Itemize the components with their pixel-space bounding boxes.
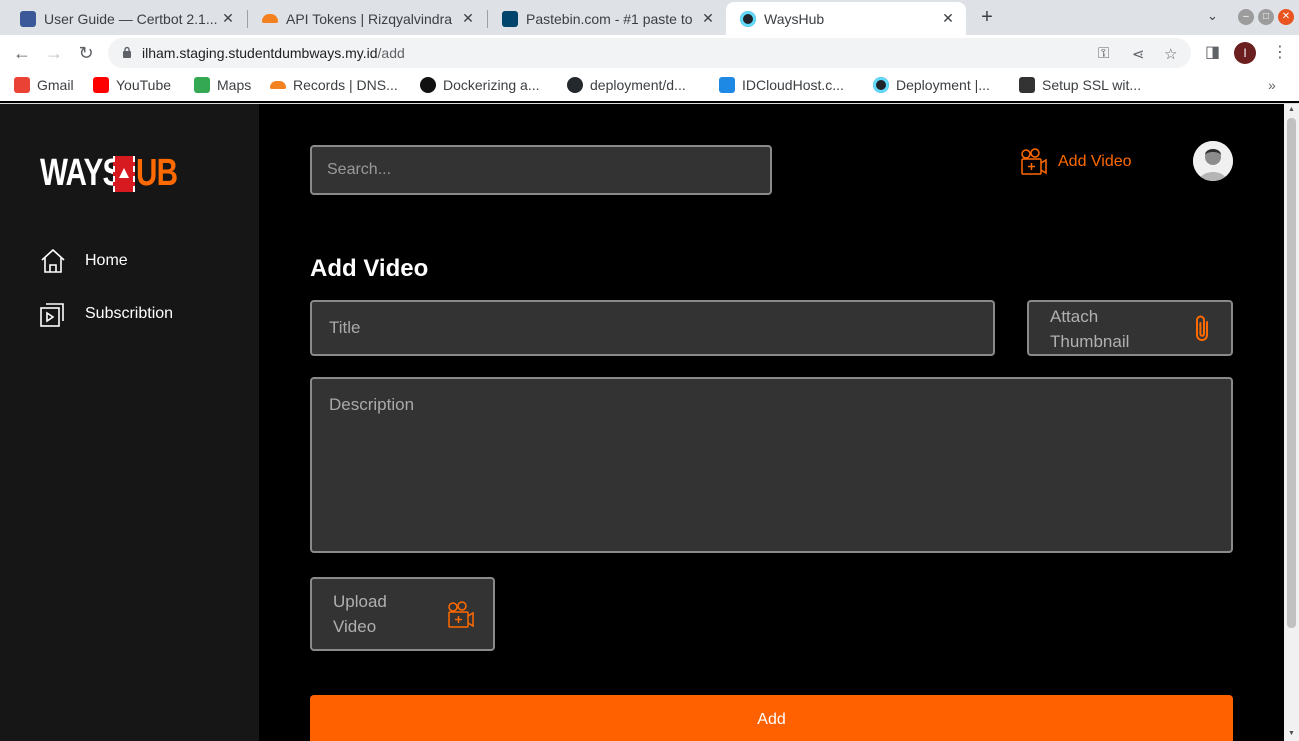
github-icon [567, 77, 583, 93]
idcloudhost-icon [719, 77, 735, 93]
wayshub-logo[interactable]: WAYS UB [40, 152, 178, 195]
search-input[interactable] [310, 145, 772, 195]
bookmark-label: Gmail [37, 77, 74, 93]
tab-certbot[interactable]: User Guide — Certbot 2.1... ✕ [6, 2, 246, 35]
scroll-up-icon[interactable]: ▲ [1287, 106, 1296, 113]
forward-button[interactable]: → [43, 42, 65, 64]
maps-icon [194, 77, 210, 93]
bookmark-label: IDCloudHost.c... [742, 77, 844, 93]
gmail-icon [14, 77, 30, 93]
menu-kebab-icon[interactable]: ⋮ [1272, 42, 1288, 62]
bookmark-label: Records | DNS... [293, 77, 398, 93]
bookmarks-overflow-button[interactable]: » [1268, 77, 1276, 93]
sidebar-item-label: Home [85, 252, 128, 269]
logo-text-ways: WAYS [40, 152, 122, 194]
page-scrollbar[interactable]: ▲ ▼ [1284, 104, 1299, 741]
cloudflare-icon [270, 81, 286, 89]
docker-icon [420, 77, 436, 93]
tab-title: Pastebin.com - #1 paste to [526, 10, 693, 27]
close-icon[interactable]: ✕ [940, 10, 956, 27]
tab-pastebin[interactable]: Pastebin.com - #1 paste to ✕ [488, 2, 726, 35]
youtube-icon [93, 77, 109, 93]
bookmark-gmail[interactable]: Gmail [14, 77, 74, 93]
bookmark-deployment-react[interactable]: Deployment |... [873, 77, 990, 93]
tab-wayshub[interactable]: WaysHub ✕ [726, 2, 966, 35]
sidebar-item-subscription[interactable]: Subscribtion [40, 301, 173, 327]
header-add-video-label: Add Video [1058, 153, 1132, 170]
url-text: ilham.staging.studentdumbways.my.id/add [142, 45, 405, 61]
maximize-button[interactable]: □ [1258, 9, 1274, 25]
address-bar[interactable]: ilham.staging.studentdumbways.my.id/add … [108, 38, 1191, 68]
video-camera-plus-icon [1021, 148, 1047, 175]
tab-api-tokens[interactable]: API Tokens | Rizqyalvindra ✕ [248, 2, 486, 35]
url-host: ilham.staging.studentdumbways.my.id [142, 45, 378, 61]
description-input[interactable] [310, 377, 1233, 553]
title-input[interactable] [310, 300, 995, 356]
bookmark-records-dns[interactable]: Records | DNS... [270, 77, 398, 93]
attach-thumbnail-label: Attach Thumbnail [1050, 307, 1130, 351]
certbot-favicon-icon [20, 10, 36, 27]
bookmark-label: Maps [217, 77, 252, 93]
add-submit-button[interactable]: Add [310, 695, 1233, 741]
logo-text-ub: UB [136, 152, 178, 194]
cloudflare-favicon-icon [262, 14, 278, 23]
bookmark-label: Dockerizing a... [443, 77, 540, 93]
scroll-down-icon[interactable]: ▼ [1287, 730, 1296, 737]
subscription-icon [40, 303, 64, 327]
home-icon [41, 248, 65, 273]
bookmark-star-icon[interactable]: ☆ [1164, 45, 1177, 63]
close-icon[interactable]: ✕ [700, 10, 716, 27]
page-title: Add Video [310, 255, 429, 282]
close-icon[interactable]: ✕ [220, 10, 236, 27]
bookmarks-bar: Gmail YouTube Maps Records | DNS... Dock… [0, 71, 1299, 101]
tab-strip: User Guide — Certbot 2.1... ✕ API Tokens… [0, 0, 1299, 35]
lock-icon [123, 46, 131, 58]
bookmark-maps[interactable]: Maps [194, 77, 251, 93]
sidebar: WAYS UB Home Subscribtion [0, 104, 259, 741]
side-panel-icon[interactable]: ◨ [1205, 42, 1220, 62]
bookmark-idcloudhost[interactable]: IDCloudHost.c... [719, 77, 844, 93]
user-avatar-icon [1193, 141, 1233, 181]
upload-video-button[interactable]: Upload Video [310, 577, 495, 651]
close-icon[interactable]: ✕ [460, 10, 476, 27]
share-icon[interactable]: ⋖ [1132, 45, 1145, 63]
key-icon[interactable]: ⚿ [1098, 45, 1109, 62]
scrollbar-thumb[interactable] [1287, 118, 1296, 628]
bookmark-setup-ssl[interactable]: Setup SSL wit... [1019, 77, 1141, 93]
bookmark-label: Setup SSL wit... [1042, 77, 1142, 93]
browser-toolbar: ← → ↻ ilham.staging.studentdumbways.my.i… [0, 35, 1299, 71]
sidebar-item-home[interactable]: Home [40, 248, 128, 274]
ssl-icon [1019, 77, 1035, 93]
bookmark-youtube[interactable]: YouTube [93, 77, 171, 93]
tab-title: API Tokens | Rizqyalvindra [286, 10, 453, 27]
page: WAYS UB Home Subscribtion Add Video Add … [0, 104, 1284, 741]
profile-avatar[interactable]: I [1234, 42, 1256, 64]
reload-button[interactable]: ↻ [75, 42, 97, 64]
bookmark-label: Deployment |... [896, 77, 990, 93]
back-button[interactable]: ← [11, 42, 33, 64]
bookmark-dockerizing[interactable]: Dockerizing a... [420, 77, 539, 93]
user-avatar[interactable] [1193, 141, 1233, 181]
react-favicon-icon [740, 10, 756, 27]
bookmark-label: YouTube [116, 77, 172, 93]
tab-title: User Guide — Certbot 2.1... [44, 10, 218, 27]
video-camera-plus-icon [448, 601, 474, 628]
tab-title: WaysHub [764, 10, 825, 27]
tab-search-chevron-icon[interactable]: ⌄ [1207, 8, 1218, 24]
bookmark-label: deployment/d... [590, 77, 686, 93]
logo-play-icon [113, 155, 135, 192]
pastebin-favicon-icon [502, 10, 518, 27]
upload-video-label: Upload Video [333, 592, 387, 636]
sidebar-item-label: Subscribtion [85, 305, 174, 322]
paperclip-icon [1196, 315, 1208, 341]
new-tab-button[interactable]: + [975, 6, 999, 30]
window-close-button[interactable]: ✕ [1278, 9, 1294, 25]
url-path: /add [377, 45, 405, 61]
header-add-video-button[interactable]: Add Video [1020, 148, 1132, 176]
minimize-button[interactable]: – [1238, 9, 1254, 25]
bookmark-github-deployment[interactable]: deployment/d... [567, 77, 686, 93]
attach-thumbnail-button[interactable]: Attach Thumbnail [1027, 300, 1233, 356]
react-icon [873, 77, 889, 93]
